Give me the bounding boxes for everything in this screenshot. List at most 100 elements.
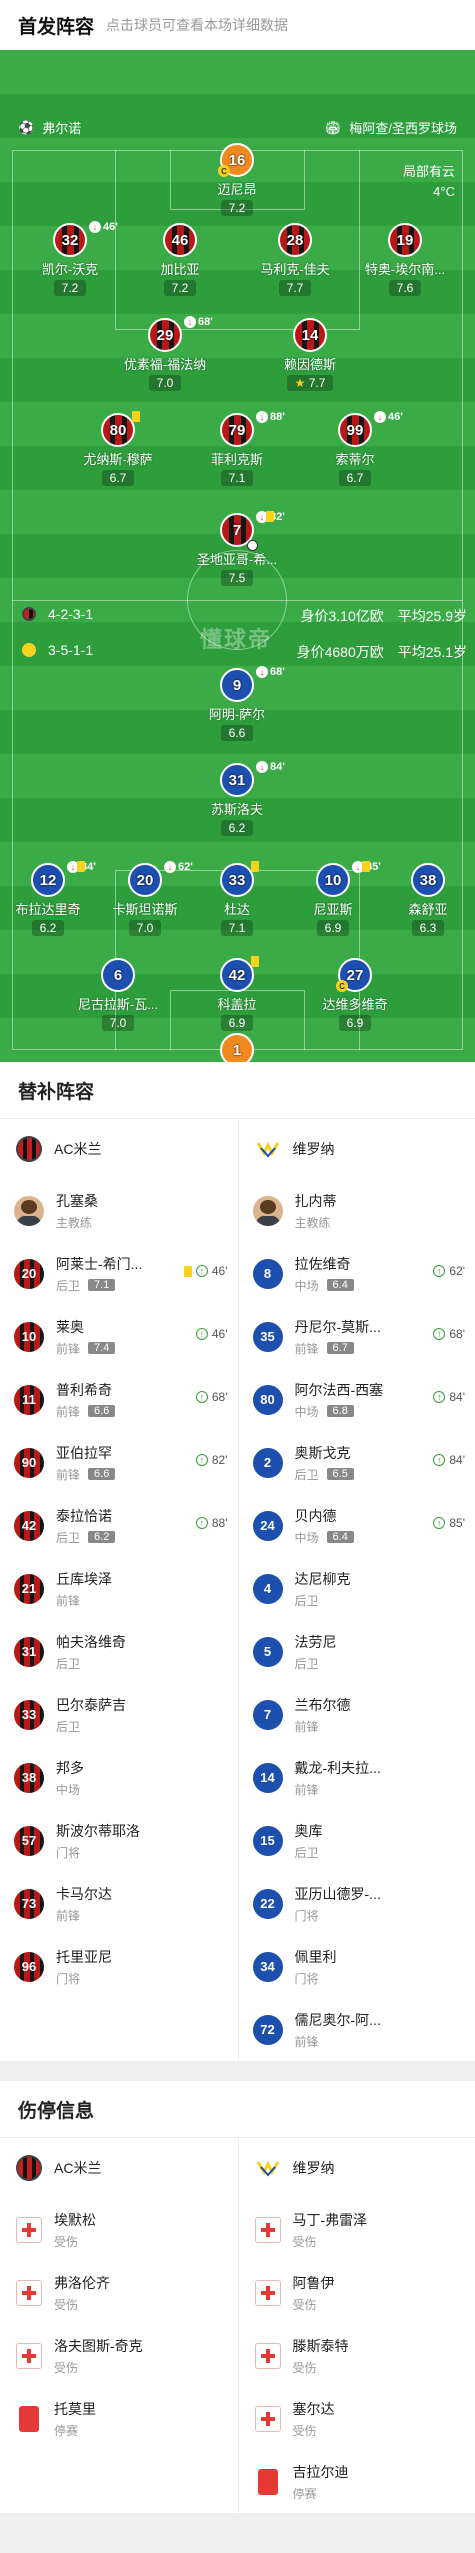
- jersey-number-badge: 19: [388, 223, 422, 257]
- sub-player-row[interactable]: 57斯波尔蒂耶洛门将: [0, 1809, 238, 1872]
- player-name: 凯尔-沃克: [20, 259, 120, 278]
- injury-row[interactable]: 托莫里停赛: [0, 2387, 238, 2450]
- injury-row[interactable]: 弗洛伦齐受伤: [0, 2261, 238, 2324]
- sub-player-row[interactable]: 42泰拉恰诺后卫6.2↑88': [0, 1494, 238, 1557]
- player-position: 后卫: [56, 1718, 80, 1735]
- player-rating: 6.9: [317, 920, 350, 936]
- sub-player-row[interactable]: 10莱奥前锋7.4↑46': [0, 1305, 238, 1368]
- player-position: 后卫: [56, 1277, 80, 1294]
- away-player-7[interactable]: 6尼古拉斯-瓦...7.0: [68, 958, 168, 1032]
- sub-player-row[interactable]: 21丘库埃泽前锋: [0, 1557, 238, 1620]
- home-player-0[interactable]: 16C迈尼昂7.2: [187, 143, 287, 217]
- home-player-10[interactable]: 7↓82'圣地亚哥-希...7.5: [187, 513, 287, 587]
- player-info: 佩里利门将: [295, 1947, 337, 1987]
- sub-player-row[interactable]: 90亚伯拉罕前锋6.6↑82': [0, 1431, 238, 1494]
- player-meta: 前锋: [56, 1592, 112, 1609]
- player-rating: 6.6: [88, 1468, 115, 1480]
- away-subs-column: 维罗纳 扎内蒂主教练8拉佐维奇中场6.4↑62'35丹尼尔-莫斯...前锋6.7…: [238, 1119, 475, 2061]
- sub-player-row[interactable]: 5法劳尼后卫: [239, 1620, 475, 1683]
- injury-row[interactable]: 埃默松受伤: [0, 2198, 238, 2261]
- away-player-6[interactable]: 38森舒亚6.3: [378, 863, 475, 937]
- injury-cross-icon: [255, 2217, 281, 2243]
- yellow-card-icon: [77, 861, 85, 872]
- away-player-1[interactable]: 31↓84'苏斯洛夫6.2: [187, 763, 287, 837]
- player-info: 洛夫图斯-奇克受伤: [54, 2336, 143, 2376]
- sub-player-row[interactable]: 11普利希奇前锋6.6↑68': [0, 1368, 238, 1431]
- sub-player-row[interactable]: 4达尼柳克后卫: [239, 1557, 475, 1620]
- sub-in-arrow-icon: ↑: [433, 1517, 445, 1529]
- sub-in-arrow-icon: ↑: [433, 1391, 445, 1403]
- sub-player-row[interactable]: 80阿尔法西-西塞中场6.8↑84': [239, 1368, 475, 1431]
- home-player-5[interactable]: 29↓68'优素福-福法纳7.0: [115, 318, 215, 392]
- sub-in-indicator: ↑82': [196, 1453, 228, 1467]
- jersey-number-badge: 29↓68': [148, 318, 182, 352]
- coach-avatar: [14, 1196, 44, 1226]
- jersey-number-badge: 72: [253, 2015, 283, 2045]
- home-player-7[interactable]: 80尤纳斯-穆萨6.7: [68, 413, 168, 487]
- away-player-4[interactable]: 33杜达7.1: [187, 863, 287, 937]
- away-player-2[interactable]: 12↓84'布拉达里奇6.2: [0, 863, 98, 937]
- away-player-5[interactable]: 10↓85'尼亚斯6.9: [283, 863, 383, 937]
- player-position: 主教练: [295, 1214, 331, 1231]
- injury-row[interactable]: 吉拉尔迪停赛: [239, 2450, 475, 2513]
- player-rating: 6.9: [339, 1015, 372, 1031]
- home-player-8[interactable]: 79↓88'菲利克斯7.1: [187, 413, 287, 487]
- sub-player-row[interactable]: 72儒尼奥尔-阿...前锋: [239, 1998, 475, 2061]
- injury-row[interactable]: 塞尔达受伤: [239, 2387, 475, 2450]
- sub-in-minute: 82': [212, 1453, 228, 1467]
- red-card-icon: [258, 2469, 278, 2495]
- home-player-9[interactable]: 99↓46'索蒂尔6.7: [305, 413, 405, 487]
- jersey-number-badge: 90: [14, 1448, 44, 1478]
- home-player-4[interactable]: 19特奥-埃尔南...7.6: [355, 223, 455, 297]
- sub-player-row[interactable]: 34佩里利门将: [239, 1935, 475, 1998]
- player-info: 贝内德中场6.4: [295, 1506, 354, 1546]
- jersey-number-badge: 16C: [220, 143, 254, 177]
- home-player-2[interactable]: 46加比亚7.2: [130, 223, 230, 297]
- home-player-3[interactable]: 28马利克-佳夫7.7: [245, 223, 345, 297]
- player-info: 巴尔泰萨吉后卫: [56, 1695, 126, 1735]
- sub-player-row[interactable]: 24贝内德中场6.4↑85': [239, 1494, 475, 1557]
- injury-row[interactable]: 洛夫图斯-奇克受伤: [0, 2324, 238, 2387]
- injury-row[interactable]: 阿鲁伊受伤: [239, 2261, 475, 2324]
- player-meta: 后卫: [56, 1655, 126, 1672]
- sub-player-row[interactable]: 7兰布尔德前锋: [239, 1683, 475, 1746]
- player-info: 丹尼尔-莫斯...前锋6.7: [295, 1317, 381, 1357]
- sub-out-arrow-icon: ↓: [374, 411, 386, 423]
- sub-player-row[interactable]: 20阿莱士-希门...后卫7.1↑46': [0, 1242, 238, 1305]
- away-team-row: 维罗纳: [239, 2138, 475, 2198]
- substitution-out-indicator: ↓88': [256, 411, 285, 423]
- sub-player-row[interactable]: 2奥斯戈克后卫6.5↑84': [239, 1431, 475, 1494]
- yellow-card-icon: [266, 511, 274, 522]
- sub-player-row[interactable]: 33巴尔泰萨吉后卫: [0, 1683, 238, 1746]
- player-name: 阿鲁伊: [293, 2273, 335, 2293]
- sub-player-row[interactable]: 38邦多中场: [0, 1746, 238, 1809]
- injury-row[interactable]: 滕斯泰特受伤: [239, 2324, 475, 2387]
- away-player-3[interactable]: 20↓62'卡斯坦诺斯7.0: [95, 863, 195, 937]
- sub-player-row[interactable]: 35丹尼尔-莫斯...前锋6.7↑68': [239, 1305, 475, 1368]
- sub-player-row[interactable]: 8拉佐维奇中场6.4↑62': [239, 1242, 475, 1305]
- away-player-8[interactable]: 42科盖拉6.9: [187, 958, 287, 1032]
- away-player-9[interactable]: 27C达维多维奇6.9: [305, 958, 405, 1032]
- sub-player-row[interactable]: 73卡马尔达前锋: [0, 1872, 238, 1935]
- home-subs-column: AC米兰 孔塞桑主教练20阿莱士-希门...后卫7.1↑46'10莱奥前锋7.4…: [0, 1119, 238, 2061]
- sub-out-arrow-icon: ↓: [89, 221, 101, 233]
- injury-row[interactable]: 马丁-弗雷泽受伤: [239, 2198, 475, 2261]
- sub-player-row[interactable]: 15奥库后卫: [239, 1809, 475, 1872]
- sub-player-row[interactable]: 22亚历山德罗-...门将: [239, 1872, 475, 1935]
- coach-row[interactable]: 孔塞桑主教练: [0, 1179, 238, 1242]
- coach-row[interactable]: 扎内蒂主教练: [239, 1179, 475, 1242]
- sub-player-row[interactable]: 14戴龙-利夫拉...前锋: [239, 1746, 475, 1809]
- player-meta: 门将: [56, 1970, 112, 1987]
- sub-player-row[interactable]: 96托里亚尼门将: [0, 1935, 238, 1998]
- player-status: 受伤: [293, 2359, 349, 2376]
- away-player-10[interactable]: 1蒙迪普7.1: [187, 1033, 287, 1062]
- sub-player-row[interactable]: 31帕夫洛维奇后卫: [0, 1620, 238, 1683]
- player-name: 优素福-福法纳: [115, 354, 215, 373]
- away-player-0[interactable]: 9↓68'阿明-萨尔6.6: [187, 668, 287, 742]
- player-meta: 门将: [295, 1970, 337, 1987]
- milan-logo-icon: [16, 2155, 42, 2181]
- player-name: 洛夫图斯-奇克: [54, 2336, 143, 2356]
- home-player-1[interactable]: 32↓46'凯尔-沃克7.2: [20, 223, 120, 297]
- substitution-out-indicator: ↓46': [89, 221, 118, 233]
- home-player-6[interactable]: 14赖因德斯★ 7.7: [260, 318, 360, 392]
